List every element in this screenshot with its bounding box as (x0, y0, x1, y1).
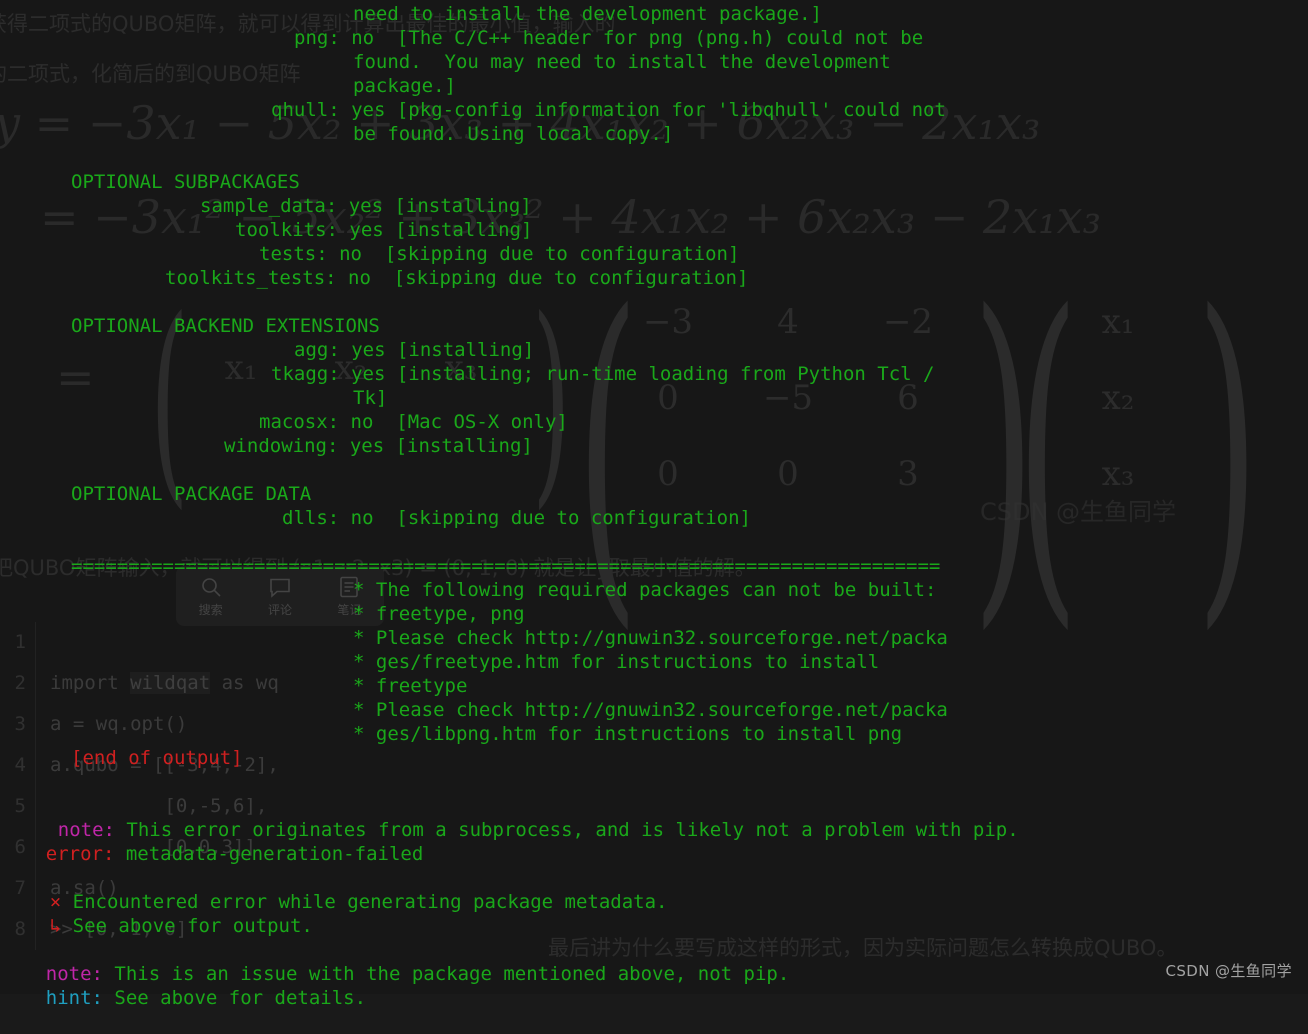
terminal-line: agg: yes [installing] (294, 339, 535, 361)
terminal-footer-hint-line: hint: See above for details. (0, 962, 366, 1034)
terminal-line: png: no [The C/C++ header for png (png.h… (294, 27, 924, 49)
footer-hint-text: See above for details. (102, 987, 367, 1009)
terminal-line: tests: no [skipping due to configuration… (259, 243, 740, 265)
csdn-watermark: CSDN @生鱼同学 (1165, 962, 1292, 980)
terminal-line: need to install the development package.… (353, 3, 822, 25)
terminal-line: * freetype (353, 675, 468, 697)
terminal-line: macosx: no [Mac OS-X only] (259, 411, 568, 433)
terminal-line: * ges/freetype.htm for instructions to i… (353, 651, 880, 673)
terminal-line: be found. Using local copy.] (353, 123, 674, 145)
terminal-line: dlls: no [skipping due to configuration] (282, 507, 751, 529)
terminal-line: OPTIONAL BACKEND EXTENSIONS (71, 315, 380, 337)
summary-arrow-text: See above for output. (61, 915, 313, 937)
terminal-line: * The following required packages can no… (353, 579, 937, 601)
terminal-line: found. You may need to install the devel… (353, 51, 891, 73)
terminal-line: ========================================… (71, 555, 941, 577)
terminal-line: package.] (353, 75, 456, 97)
terminal-line: Tk] (353, 387, 388, 409)
corner-arrow-icon: ↳ (49, 915, 62, 937)
terminal-line: toolkits: yes [installing] (235, 219, 533, 241)
terminal-line: [end of output] (71, 747, 243, 769)
terminal-line: * ges/libpng.htm for instructions to ins… (353, 723, 903, 745)
terminal-output: need to install the development package.… (0, 0, 1308, 1009)
terminal-line: OPTIONAL PACKAGE DATA (71, 483, 312, 505)
error-text: metadata-generation-failed (114, 843, 424, 865)
error-label: error: (45, 843, 115, 865)
footer-hint-label: hint: (45, 987, 103, 1009)
terminal-line: toolkits_tests: no [skipping due to conf… (165, 267, 749, 289)
terminal-line: qhull: yes [pkg-config information for '… (271, 99, 946, 121)
terminal-line: OPTIONAL SUBPACKAGES (71, 171, 300, 193)
terminal-line: * Please check http://gnuwin32.sourcefor… (353, 627, 948, 649)
terminal-line: tkagg: yes [installing; run-time loading… (271, 363, 935, 385)
terminal-line: * Please check http://gnuwin32.sourcefor… (353, 699, 948, 721)
terminal-line: sample_data: yes [installing] (200, 195, 532, 217)
terminal-line: windowing: yes [installing] (224, 435, 533, 457)
terminal-line: * freetype, png (353, 603, 525, 625)
